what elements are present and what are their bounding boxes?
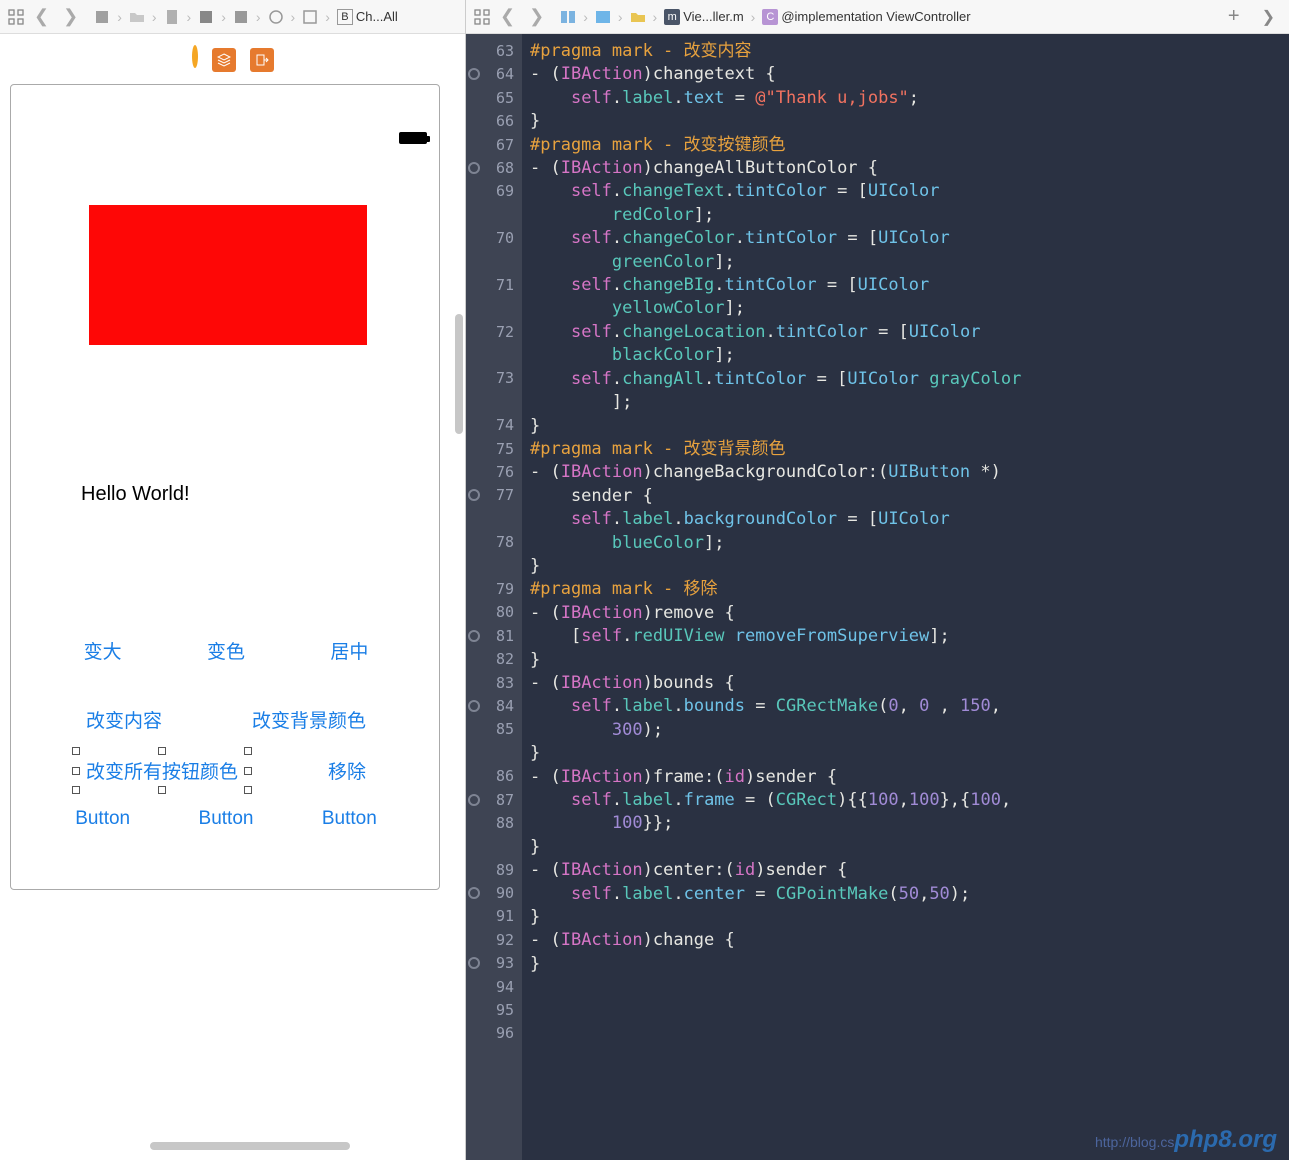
button-row-1: 变大 变色 居中 [41,633,411,668]
btn-change-bg[interactable]: 改变背景颜色 [244,702,374,737]
back-arrow-icon[interactable]: ❮ [496,6,519,27]
back-arrow-icon[interactable]: ❮ [30,6,53,27]
crumb-storyboard[interactable] [196,9,216,25]
code-editor[interactable]: 6364656667686970717273747576777879808182… [466,34,1289,1160]
vertical-scrollbar[interactable] [455,314,463,434]
crumb-vc[interactable] [266,9,286,25]
button-grid: 变大 变色 居中 改变内容 改变背景颜色 改变所有按钮颜色 [41,633,411,868]
chevron-right-icon: › [290,9,297,25]
btn-change-text[interactable]: 改变内容 [78,702,170,737]
btn-center[interactable]: 居中 [322,633,376,668]
canvas[interactable]: Hello World! 变大 变色 居中 改变内容 改变背景颜色 改变所有按钮… [0,34,465,1160]
nav-arrows: ❮ ❯ [30,6,82,27]
chevron-right-icon: › [220,9,227,25]
related-items-icon[interactable] [472,7,492,27]
btn-generic-1[interactable]: Button [67,804,138,834]
crumb-file[interactable] [162,9,182,25]
exit-icon[interactable] [250,48,274,72]
line-gutter[interactable]: 6364656667686970717273747576777879808182… [466,34,522,1160]
crumb-folder[interactable] [127,9,147,25]
chevron-right-icon: › [186,9,193,25]
chevron-right-icon: › [324,9,331,25]
forward-arrow-icon[interactable]: ❯ [525,6,548,27]
crumb-symbol[interactable]: C @implementation ViewController [760,9,972,25]
crumb-folder[interactable] [628,9,648,25]
red-uiview[interactable] [89,205,367,345]
code-area[interactable]: #pragma mark - 改变内容- (IBAction)changetex… [522,34,1289,1160]
button-row-3: 改变所有按钮颜色 移除 [41,753,411,788]
btn-change-all-selected[interactable]: 改变所有按钮颜色 [78,753,246,788]
crumb-project[interactable] [92,9,112,25]
related-items-icon[interactable] [6,7,26,27]
button-row-4: Button Button Button [41,804,411,834]
crumb-button-b[interactable]: B Ch...All [335,9,400,25]
crumb-m-file[interactable]: m Vie...ller.m [662,9,745,25]
battery-icon [399,132,427,144]
crumb-image[interactable] [593,9,613,25]
watermark: http://blog.csphp8.org [1095,1126,1277,1154]
chevron-right-icon: › [617,9,624,25]
editor-pane: ❮ ❯ › › › m Vie...ller.m › C @implementa… [466,0,1289,1160]
hello-world-label[interactable]: Hello World! [81,483,190,506]
crumb-symbol-label: @implementation ViewController [781,9,970,24]
vc-dock-icon[interactable] [192,48,198,72]
btn-remove[interactable]: 移除 [320,753,374,788]
interface-builder-pane: ❮ ❯ › › › › › › › B Ch...All Hello World [0,0,466,1160]
chevron-right-icon: › [652,9,659,25]
chevron-right-icon: › [750,9,757,25]
first-responder-icon[interactable] [212,48,236,72]
chevron-right-icon: › [255,9,262,25]
btn-generic-3[interactable]: Button [314,804,385,834]
btn-change-color[interactable]: 变色 [199,633,253,668]
scene-dock [0,48,465,72]
button-row-2: 改变内容 改变背景颜色 [41,702,411,737]
btn-enlarge[interactable]: 变大 [76,633,130,668]
nav-arrows: ❮ ❯ [496,6,548,27]
right-jump-bar: ❮ ❯ › › › m Vie...ller.m › C @implementa… [466,0,1289,34]
overflow-arrow-icon[interactable]: ❯ [1254,7,1283,27]
crumb-scene[interactable] [231,9,251,25]
chevron-right-icon: › [116,9,123,25]
device-frame: Hello World! 变大 变色 居中 改变内容 改变背景颜色 改变所有按钮… [10,84,440,890]
forward-arrow-icon[interactable]: ❯ [59,6,82,27]
chevron-right-icon: › [151,9,158,25]
chevron-right-icon: › [582,9,589,25]
crumb-view[interactable] [300,9,320,25]
left-jump-bar: ❮ ❯ › › › › › › › B Ch...All [0,0,465,34]
crumb-button-label: Ch...All [356,9,398,24]
add-tab-icon[interactable]: + [1218,5,1250,28]
horizontal-scrollbar[interactable] [150,1142,350,1150]
crumb-file-label: Vie...ller.m [683,9,743,24]
btn-generic-2[interactable]: Button [191,804,262,834]
crumb-counterparts[interactable] [558,9,578,25]
